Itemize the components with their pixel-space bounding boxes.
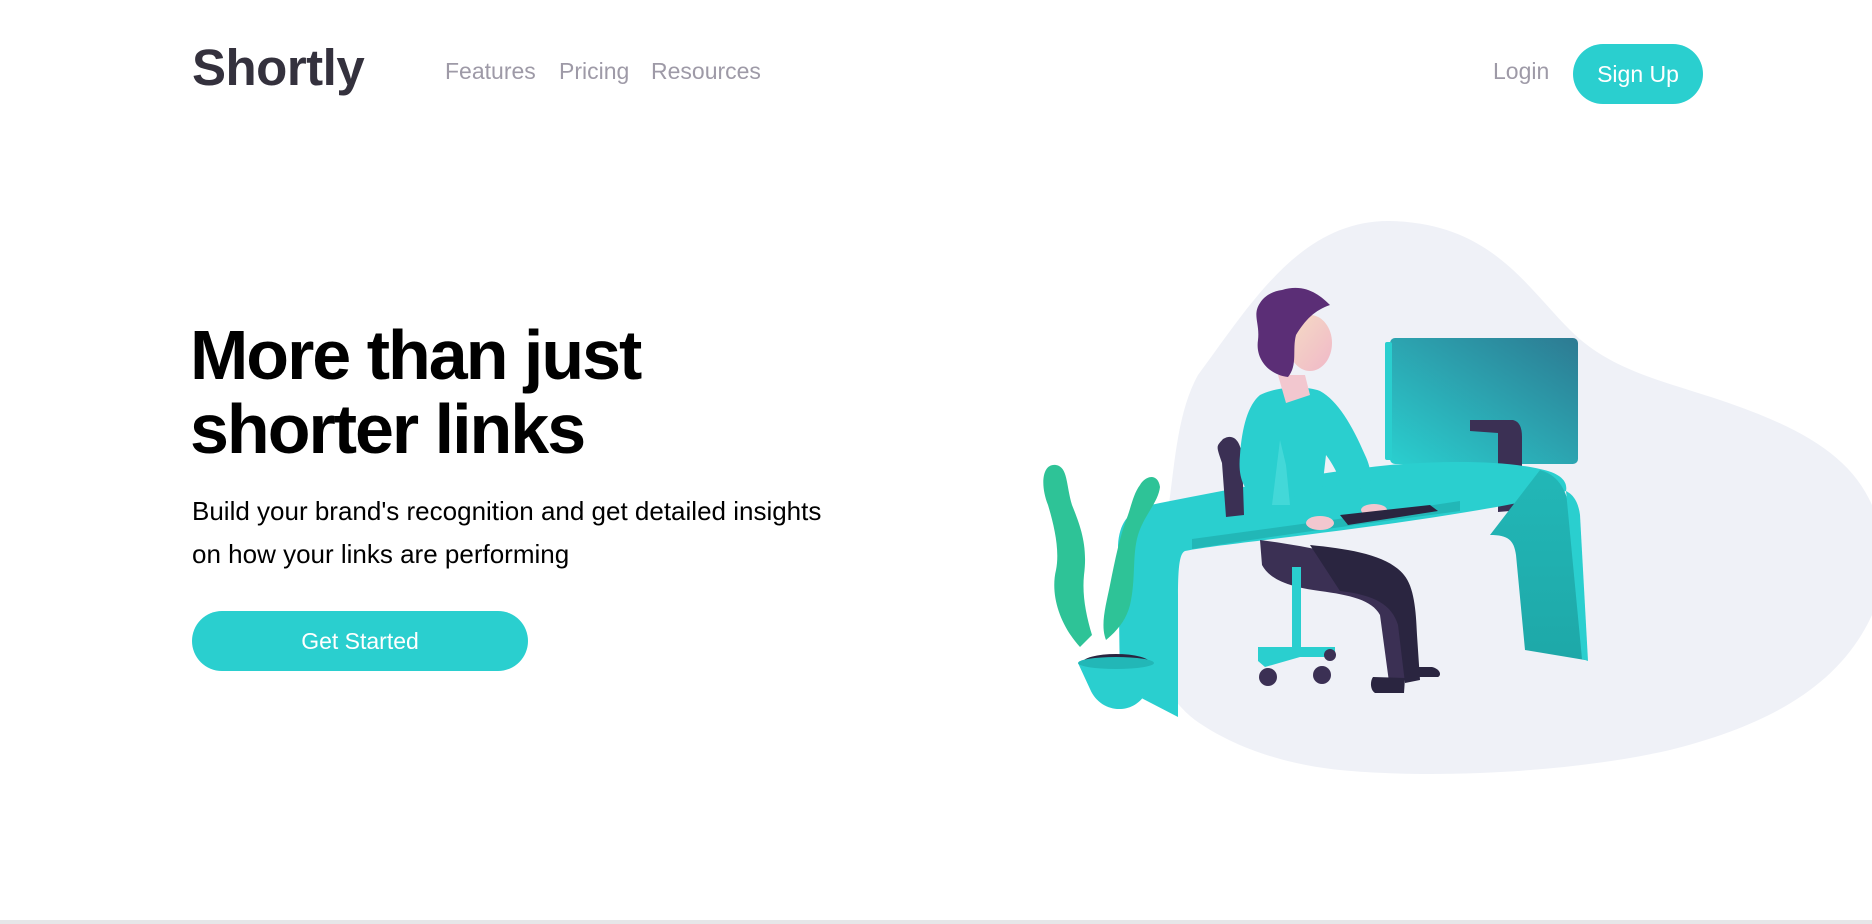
person-hand-left	[1306, 516, 1334, 530]
get-started-button[interactable]: Get Started	[192, 611, 528, 671]
logo[interactable]: Shortly	[192, 38, 365, 97]
plant-leaf-left	[1043, 464, 1092, 647]
hero-title-line-1: More than just	[190, 316, 642, 394]
shoe-right	[1408, 667, 1440, 677]
login-link[interactable]: Login	[1493, 58, 1549, 85]
hero-illustration	[1043, 220, 1872, 774]
chair-wheel	[1259, 668, 1277, 686]
hero-description-line-2: on how your links are performing	[192, 539, 570, 569]
nav-link-resources[interactable]: Resources	[651, 58, 761, 85]
shoe-left	[1370, 677, 1405, 693]
nav-link-features[interactable]: Features	[445, 58, 536, 85]
hero-title-line-2: shorter links	[190, 390, 586, 468]
bottom-strip	[0, 920, 1872, 924]
hero-title: More than just shorter links	[190, 316, 642, 468]
hero-description-line-1: Build your brand's recognition and get d…	[192, 496, 822, 526]
plant-pot	[1078, 663, 1154, 710]
chair-post	[1292, 567, 1301, 647]
nav-link-pricing[interactable]: Pricing	[559, 58, 629, 85]
signup-button[interactable]: Sign Up	[1573, 44, 1703, 104]
hero-description: Build your brand's recognition and get d…	[192, 490, 872, 576]
page: Shortly Features Pricing Resources Login…	[0, 0, 1872, 924]
monitor-screen	[1390, 338, 1578, 464]
